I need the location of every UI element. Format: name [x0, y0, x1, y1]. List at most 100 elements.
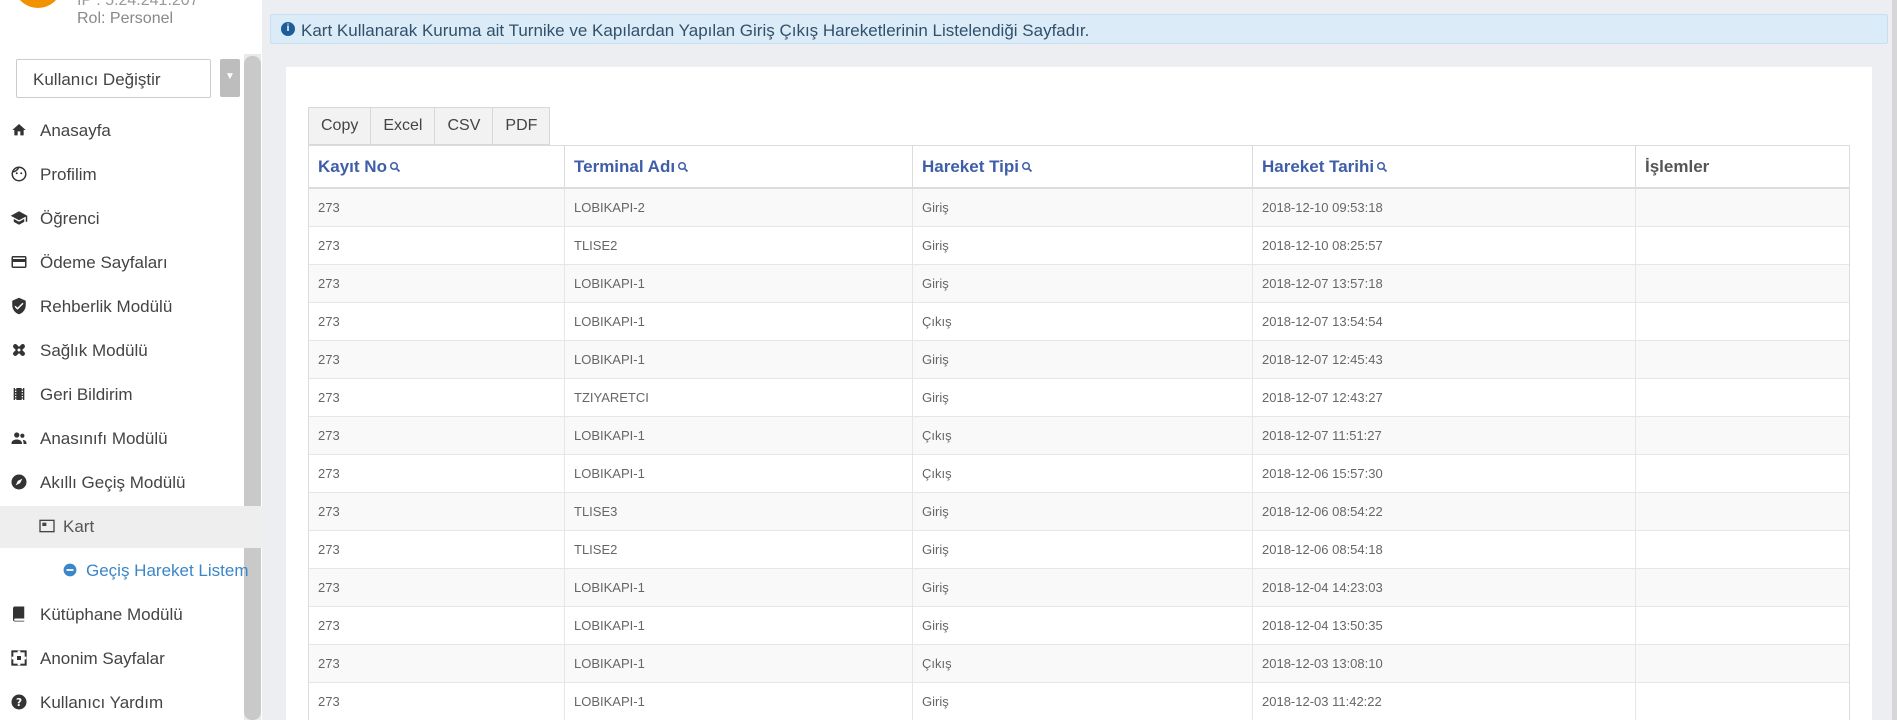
search-icon[interactable] [677, 158, 689, 178]
cell-hareket-tipi: Giriş [913, 265, 1253, 303]
svg-text:?: ? [16, 697, 22, 709]
sidebar-item-label: Kullanıcı Yardım [40, 693, 164, 712]
table-row: 273 LOBIKAPI-1 Çıkış 2018-12-03 13:08:10 [309, 645, 1849, 683]
cell-hareket-tarihi: 2018-12-07 12:43:27 [1253, 379, 1636, 417]
user-switch-select[interactable]: Kullanıcı Değiştir [16, 59, 211, 98]
info-icon: i [281, 22, 295, 36]
cell-hareket-tarihi: 2018-12-10 08:25:57 [1253, 227, 1636, 265]
sidebar-item-label: Öğrenci [40, 209, 100, 228]
credit-card-icon [10, 253, 28, 271]
sidebar-subitem-gecis-hareket-listem[interactable]: Geçiş Hareket Listem [0, 550, 249, 590]
cell-islemler [1636, 189, 1849, 227]
cell-kayit-no: 273 [309, 379, 565, 417]
excel-button[interactable]: Excel [371, 107, 436, 145]
cell-islemler [1636, 645, 1849, 683]
cell-hareket-tipi: Çıkış [913, 455, 1253, 493]
cell-hareket-tipi: Çıkış [913, 303, 1253, 341]
sidebar-item-anasinifi-modulu[interactable]: Anasınıfı Modülü [0, 418, 244, 458]
sidebar-item-label: Anasayfa [40, 121, 111, 140]
cell-hareket-tipi: Giriş [913, 683, 1253, 720]
table-row: 273 LOBIKAPI-1 Giriş 2018-12-03 11:42:22 [309, 683, 1849, 720]
sidebar-subitem-label: Kart [63, 517, 95, 536]
column-header-hareket-tarihi[interactable]: Hareket Tarihi [1253, 146, 1636, 189]
column-header-hareket-tipi[interactable]: Hareket Tipi [913, 146, 1253, 189]
cell-terminal-adi: TLISE2 [565, 531, 913, 569]
cell-kayit-no: 273 [309, 417, 565, 455]
table-row: 273 LOBIKAPI-1 Çıkış 2018-12-07 11:51:27 [309, 417, 1849, 455]
cell-islemler [1636, 341, 1849, 379]
cell-hareket-tipi: Çıkış [913, 417, 1253, 455]
search-icon[interactable] [1376, 158, 1388, 178]
cell-kayit-no: 273 [309, 265, 565, 303]
chevron-down-icon[interactable]: ▼ [220, 59, 240, 97]
table-header: Kayıt No Terminal Adı Hareket Tipi Harek… [309, 146, 1849, 189]
sidebar-item-kullanici-yardim[interactable]: ? Kullanıcı Yardım [0, 682, 244, 720]
cell-hareket-tarihi: 2018-12-07 12:45:43 [1253, 341, 1636, 379]
sidebar-item-label: Ödeme Sayfaları [40, 253, 168, 272]
people-icon [10, 429, 28, 447]
bandage-icon [10, 341, 28, 359]
main-content: i Kart Kullanarak Kuruma ait Turnike ve … [262, 0, 1897, 720]
film-icon [10, 385, 28, 403]
search-icon[interactable] [1021, 158, 1033, 178]
copy-button[interactable]: Copy [308, 107, 372, 145]
avatar[interactable] [16, 0, 60, 8]
content-panel: Copy Excel CSV PDF Kayıt No Terminal Adı… [286, 67, 1872, 720]
sidebar-item-saglik-modulu[interactable]: Sağlık Modülü [0, 330, 244, 370]
grid-icon [10, 649, 28, 667]
table-row: 273 TZIYARETCI Giriş 2018-12-07 12:43:27 [309, 379, 1849, 417]
sidebar-subitem-kart[interactable]: Kart [0, 506, 262, 548]
cell-terminal-adi: TZIYARETCI [565, 379, 913, 417]
sidebar-item-label: Geri Bildirim [40, 385, 133, 404]
search-icon[interactable] [389, 158, 401, 178]
table-row: 273 LOBIKAPI-1 Çıkış 2018-12-07 13:54:54 [309, 303, 1849, 341]
table-row: 273 LOBIKAPI-1 Giriş 2018-12-07 13:57:18 [309, 265, 1849, 303]
cell-islemler [1636, 303, 1849, 341]
table-row: 273 TLISE2 Giriş 2018-12-10 08:25:57 [309, 227, 1849, 265]
cell-kayit-no: 273 [309, 645, 565, 683]
sidebar-item-profilim[interactable]: Profilim [0, 154, 244, 194]
table-row: 273 LOBIKAPI-1 Giriş 2018-12-04 14:23:03 [309, 569, 1849, 607]
sidebar-item-akilli-gecis-modulu[interactable]: Akıllı Geçiş Modülü [0, 462, 244, 502]
sidebar-item-label: Anasınıfı Modülü [40, 429, 168, 448]
cell-kayit-no: 273 [309, 455, 565, 493]
column-header-terminal-adi[interactable]: Terminal Adı [565, 146, 913, 189]
table-row: 273 TLISE3 Giriş 2018-12-06 08:54:22 [309, 493, 1849, 531]
cell-hareket-tarihi: 2018-12-03 13:08:10 [1253, 645, 1636, 683]
sidebar-item-anonim-sayfalar[interactable]: Anonim Sayfalar [0, 638, 244, 678]
sidebar-scrollbar-thumb[interactable] [244, 56, 261, 720]
cell-hareket-tarihi: 2018-12-03 11:42:22 [1253, 683, 1636, 720]
cell-kayit-no: 273 [309, 341, 565, 379]
user-switch-label: Kullanıcı Değiştir [33, 70, 161, 89]
sidebar-item-kutuphane-modulu[interactable]: Kütüphane Modülü [0, 594, 244, 634]
sidebar-item-anasayfa[interactable]: Anasayfa [0, 110, 244, 150]
cell-hareket-tarihi: 2018-12-04 14:23:03 [1253, 569, 1636, 607]
cell-islemler [1636, 569, 1849, 607]
csv-button[interactable]: CSV [435, 107, 494, 145]
sidebar-item-ogrenci[interactable]: Öğrenci [0, 198, 244, 238]
cell-hareket-tipi: Giriş [913, 189, 1253, 227]
user-info: IP : 5.24.241.207 Rol: Personel [0, 0, 262, 40]
face-icon [10, 165, 28, 183]
pdf-button[interactable]: PDF [493, 107, 551, 145]
compass-icon [10, 473, 28, 491]
cell-kayit-no: 273 [309, 531, 565, 569]
cell-terminal-adi: LOBIKAPI-1 [565, 683, 913, 720]
cell-islemler [1636, 493, 1849, 531]
cell-terminal-adi: LOBIKAPI-1 [565, 265, 913, 303]
user-role: Rol: Personel [77, 10, 174, 27]
sidebar-item-label: Akıllı Geçiş Modülü [40, 473, 186, 492]
page-scrollbar[interactable] [1892, 0, 1897, 720]
column-header-kayit-no[interactable]: Kayıt No [309, 146, 565, 189]
table-row: 273 LOBIKAPI-1 Giriş 2018-12-04 13:50:35 [309, 607, 1849, 645]
cell-terminal-adi: LOBIKAPI-2 [565, 189, 913, 227]
graduation-cap-icon [10, 209, 28, 227]
cell-terminal-adi: LOBIKAPI-1 [565, 645, 913, 683]
table-row: 273 TLISE2 Giriş 2018-12-06 08:54:18 [309, 531, 1849, 569]
sidebar-item-odeme-sayfalari[interactable]: Ödeme Sayfaları [0, 242, 244, 282]
cell-hareket-tarihi: 2018-12-06 08:54:18 [1253, 531, 1636, 569]
cell-hareket-tarihi: 2018-12-10 09:53:18 [1253, 189, 1636, 227]
sidebar-item-geri-bildirim[interactable]: Geri Bildirim [0, 374, 244, 414]
sidebar-item-rehberlik-modulu[interactable]: Rehberlik Modülü [0, 286, 244, 326]
book-icon [10, 605, 28, 623]
